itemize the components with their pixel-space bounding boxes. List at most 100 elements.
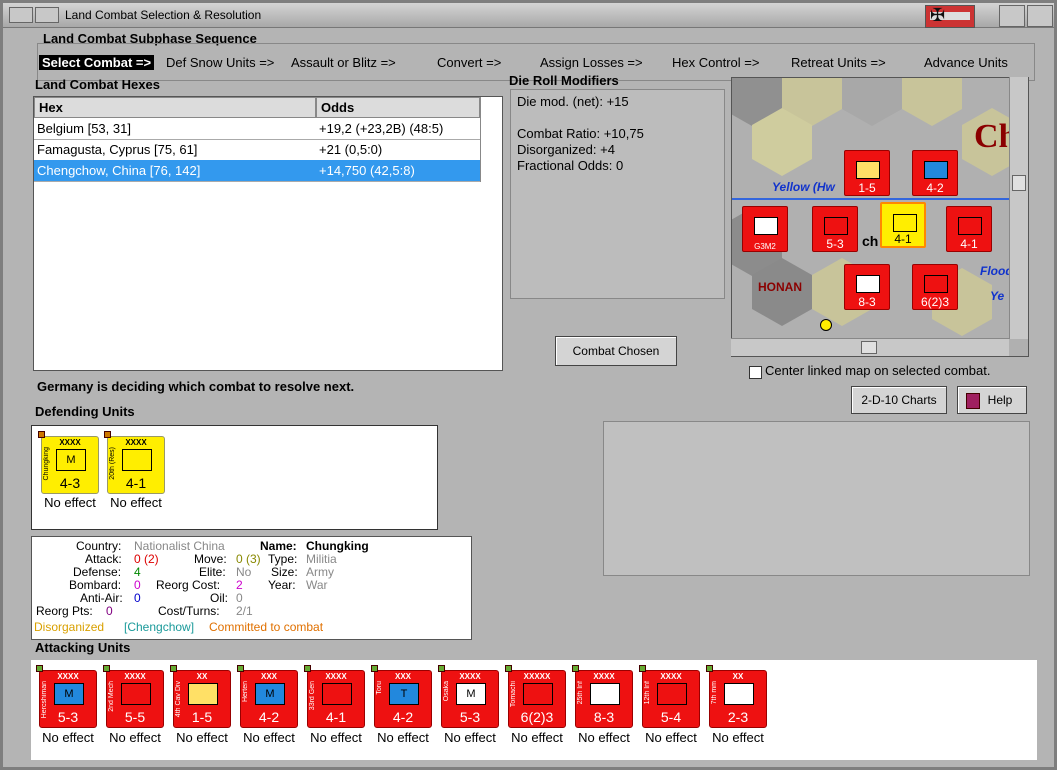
map-unit[interactable]: 4-1 bbox=[946, 206, 992, 252]
map-horizontal-scrollbar[interactable] bbox=[731, 338, 1009, 356]
step-advance[interactable]: Advance Units bbox=[924, 55, 1008, 70]
unit-strength: 4-1 bbox=[960, 237, 978, 251]
unit-strength: 5-3 bbox=[57, 709, 79, 725]
table-row[interactable]: Famagusta, Cyprus [75, 61] +21 (0,5:0) bbox=[34, 139, 480, 161]
system-menu-button[interactable] bbox=[9, 7, 33, 23]
restore-button[interactable] bbox=[999, 5, 1025, 27]
river-line bbox=[732, 198, 1012, 200]
attacking-unit[interactable]: XXXX Hercshiman M 5-3 bbox=[36, 665, 97, 728]
unit-effect: No effect bbox=[110, 495, 162, 510]
map-unit[interactable]: G3M2 bbox=[742, 206, 788, 252]
map-unit[interactable]: 4-2 bbox=[912, 150, 958, 196]
unit-strength: 4-1 bbox=[325, 709, 347, 725]
modifier-line: Combat Ratio: +10,75 bbox=[517, 126, 644, 141]
defending-unit[interactable]: XXXX 20th (Res) 4-1 bbox=[104, 431, 165, 494]
column-odds[interactable]: Odds bbox=[316, 97, 480, 118]
odds-cell: +19,2 (+23,2B) (48:5) bbox=[319, 121, 444, 136]
unit-effect: No effect bbox=[377, 730, 429, 745]
committed-flag: Committed to combat bbox=[209, 620, 324, 634]
attack-value: 0 (2) bbox=[134, 552, 159, 566]
antiair-label: Anti-Air: bbox=[80, 591, 123, 605]
oil-value: 0 bbox=[236, 591, 243, 605]
unit-strength: 8-3 bbox=[858, 295, 876, 309]
defense-label: Defense: bbox=[73, 565, 122, 579]
window-title: Land Combat Selection & Resolution bbox=[65, 8, 262, 22]
unit-effect: No effect bbox=[42, 730, 94, 745]
status-dot-icon bbox=[304, 665, 311, 672]
oil-label: Oil: bbox=[210, 591, 228, 605]
attacking-unit[interactable]: XXXX 12th Inf 5-4 bbox=[639, 665, 700, 728]
map-unit[interactable]: 1-5 bbox=[844, 150, 890, 196]
table-row-selected[interactable]: Chengchow, China [76, 142] +14,750 (42,5… bbox=[34, 160, 480, 182]
step-def-snow[interactable]: Def Snow Units => bbox=[166, 55, 274, 70]
unit-size: XXXX bbox=[459, 672, 481, 681]
name-value: Chungking bbox=[306, 539, 369, 553]
map-unit[interactable]: 6(2)3 bbox=[912, 264, 958, 310]
map-unit[interactable]: 8-3 bbox=[844, 264, 890, 310]
attacking-unit[interactable]: XXX Toru T 4-2 bbox=[371, 665, 432, 728]
status-dot-icon bbox=[572, 665, 579, 672]
unit-size: XXXX bbox=[593, 672, 615, 681]
step-select-combat[interactable]: Select Combat => bbox=[39, 55, 155, 70]
reorg-cost-value: 2 bbox=[236, 578, 243, 592]
unit-type-icon bbox=[958, 217, 982, 235]
attacking-unit[interactable]: XXXX Osaka M 5-3 bbox=[438, 665, 499, 728]
unit-strength: 4-1 bbox=[125, 475, 147, 491]
defending-unit[interactable]: XXXX Chungking M 4-3 bbox=[38, 431, 99, 494]
unit-type-icon: M bbox=[255, 683, 285, 705]
unit-effect: No effect bbox=[511, 730, 563, 745]
minimize-button[interactable] bbox=[35, 7, 59, 23]
unit-strength: 5-5 bbox=[124, 709, 146, 725]
step-convert[interactable]: Convert => bbox=[437, 55, 501, 70]
hexes-heading: Land Combat Hexes bbox=[35, 77, 160, 92]
attacking-unit[interactable]: XXXX 25th Inf 8-3 bbox=[572, 665, 633, 728]
attacking-unit[interactable]: XXXXX Tomachi 6(2)3 bbox=[505, 665, 566, 728]
size-value: Army bbox=[306, 565, 334, 579]
year-label: Year: bbox=[268, 578, 296, 592]
attacking-unit[interactable]: XX 7th mm 2-3 bbox=[706, 665, 767, 728]
unit-effect: No effect bbox=[109, 730, 161, 745]
step-retreat[interactable]: Retreat Units => bbox=[791, 55, 886, 70]
combat-chosen-button[interactable]: Combat Chosen bbox=[555, 336, 677, 366]
status-dot-icon bbox=[438, 665, 445, 672]
linked-map[interactable]: Ch Yellow (Hw HONAN Flood Ye ch 1-5 4-2 … bbox=[731, 77, 1029, 357]
attacking-unit[interactable]: XX 4th Cav Div 1-5 bbox=[170, 665, 231, 728]
unit-strength: 5-4 bbox=[660, 709, 682, 725]
map-unit-defender[interactable]: 4-1 bbox=[880, 202, 926, 248]
unit-type-icon bbox=[590, 683, 620, 705]
unit-strength: 5-3 bbox=[826, 237, 844, 251]
size-label: Size: bbox=[271, 565, 298, 579]
unit-type-icon bbox=[856, 161, 880, 179]
unit-name: 12th Inf bbox=[644, 681, 651, 705]
column-hex[interactable]: Hex bbox=[34, 97, 316, 118]
help-button[interactable]: Help bbox=[957, 386, 1027, 414]
country-label: Country: bbox=[76, 539, 122, 553]
unit-name: Osaka bbox=[443, 681, 450, 702]
attacking-unit[interactable]: XXXX 2nd Mech 5-5 bbox=[103, 665, 164, 728]
charts-button[interactable]: 2-D-10 Charts bbox=[851, 386, 947, 414]
step-assign-losses[interactable]: Assign Losses => bbox=[540, 55, 643, 70]
center-map-checkbox[interactable] bbox=[749, 366, 762, 379]
scroll-thumb[interactable] bbox=[861, 341, 877, 354]
status-dot-icon bbox=[505, 665, 512, 672]
step-assault[interactable]: Assault or Blitz => bbox=[291, 55, 396, 70]
step-hex-control[interactable]: Hex Control => bbox=[672, 55, 759, 70]
table-divider bbox=[480, 97, 481, 182]
map-vertical-scrollbar[interactable] bbox=[1009, 77, 1028, 339]
table-row[interactable]: Belgium [53, 31] +19,2 (+23,2B) (48:5) bbox=[34, 118, 480, 140]
unit-strength: 4-2 bbox=[926, 181, 944, 195]
year-value: War bbox=[306, 578, 328, 592]
unit-effect: No effect bbox=[444, 730, 496, 745]
scroll-thumb[interactable] bbox=[1012, 175, 1026, 191]
unit-type-icon: M bbox=[54, 683, 84, 705]
odds-cell: +21 (0,5:0) bbox=[319, 142, 383, 157]
unit-info-panel: Country: Nationalist China Name: Chungki… bbox=[31, 536, 472, 640]
unit-type-icon bbox=[754, 217, 778, 235]
unit-type-icon bbox=[188, 683, 218, 705]
map-label-flood: Flood bbox=[980, 264, 1013, 278]
attack-label: Attack: bbox=[85, 552, 122, 566]
attacking-unit[interactable]: XXX Herten M 4-2 bbox=[237, 665, 298, 728]
close-button[interactable] bbox=[1027, 5, 1053, 27]
map-unit[interactable]: 5-3 bbox=[812, 206, 858, 252]
attacking-unit[interactable]: XXXX 33rd Gen 4-1 bbox=[304, 665, 365, 728]
